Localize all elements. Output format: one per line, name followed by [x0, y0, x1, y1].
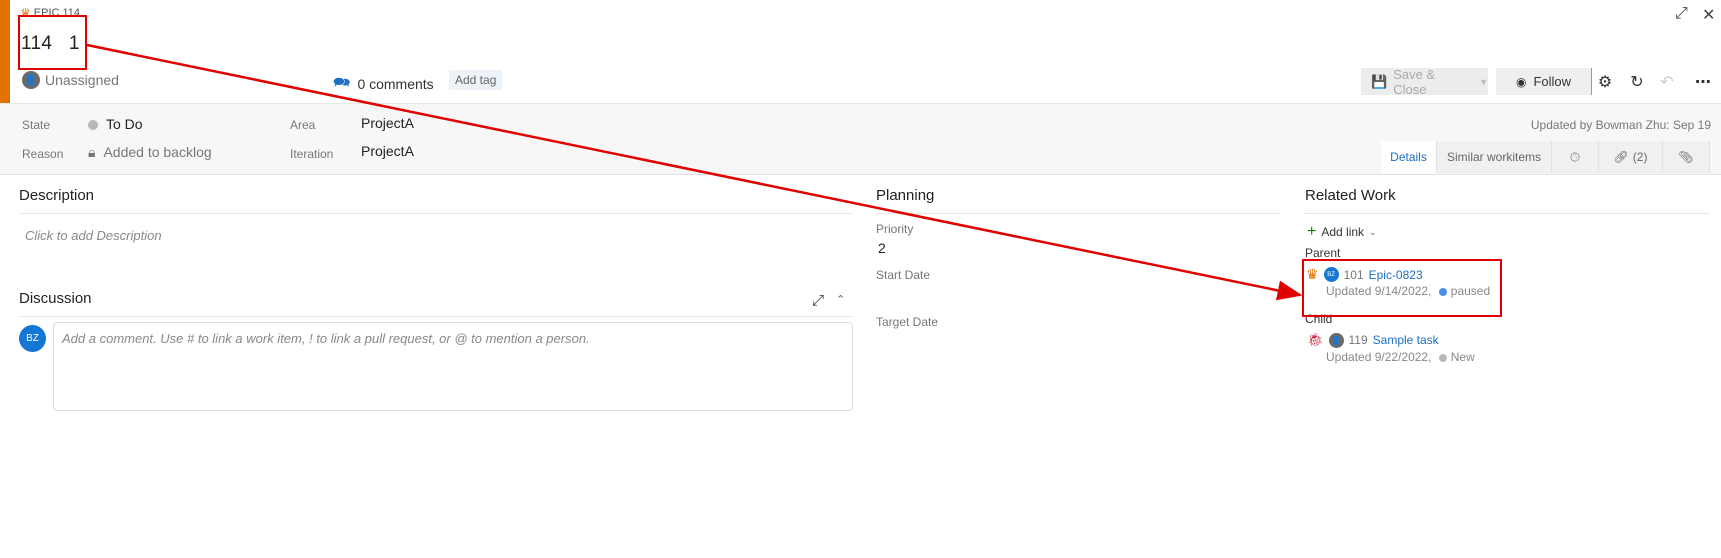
annotation-arrow	[86, 43, 1303, 301]
annotation-arrow-line	[86, 43, 1303, 301]
